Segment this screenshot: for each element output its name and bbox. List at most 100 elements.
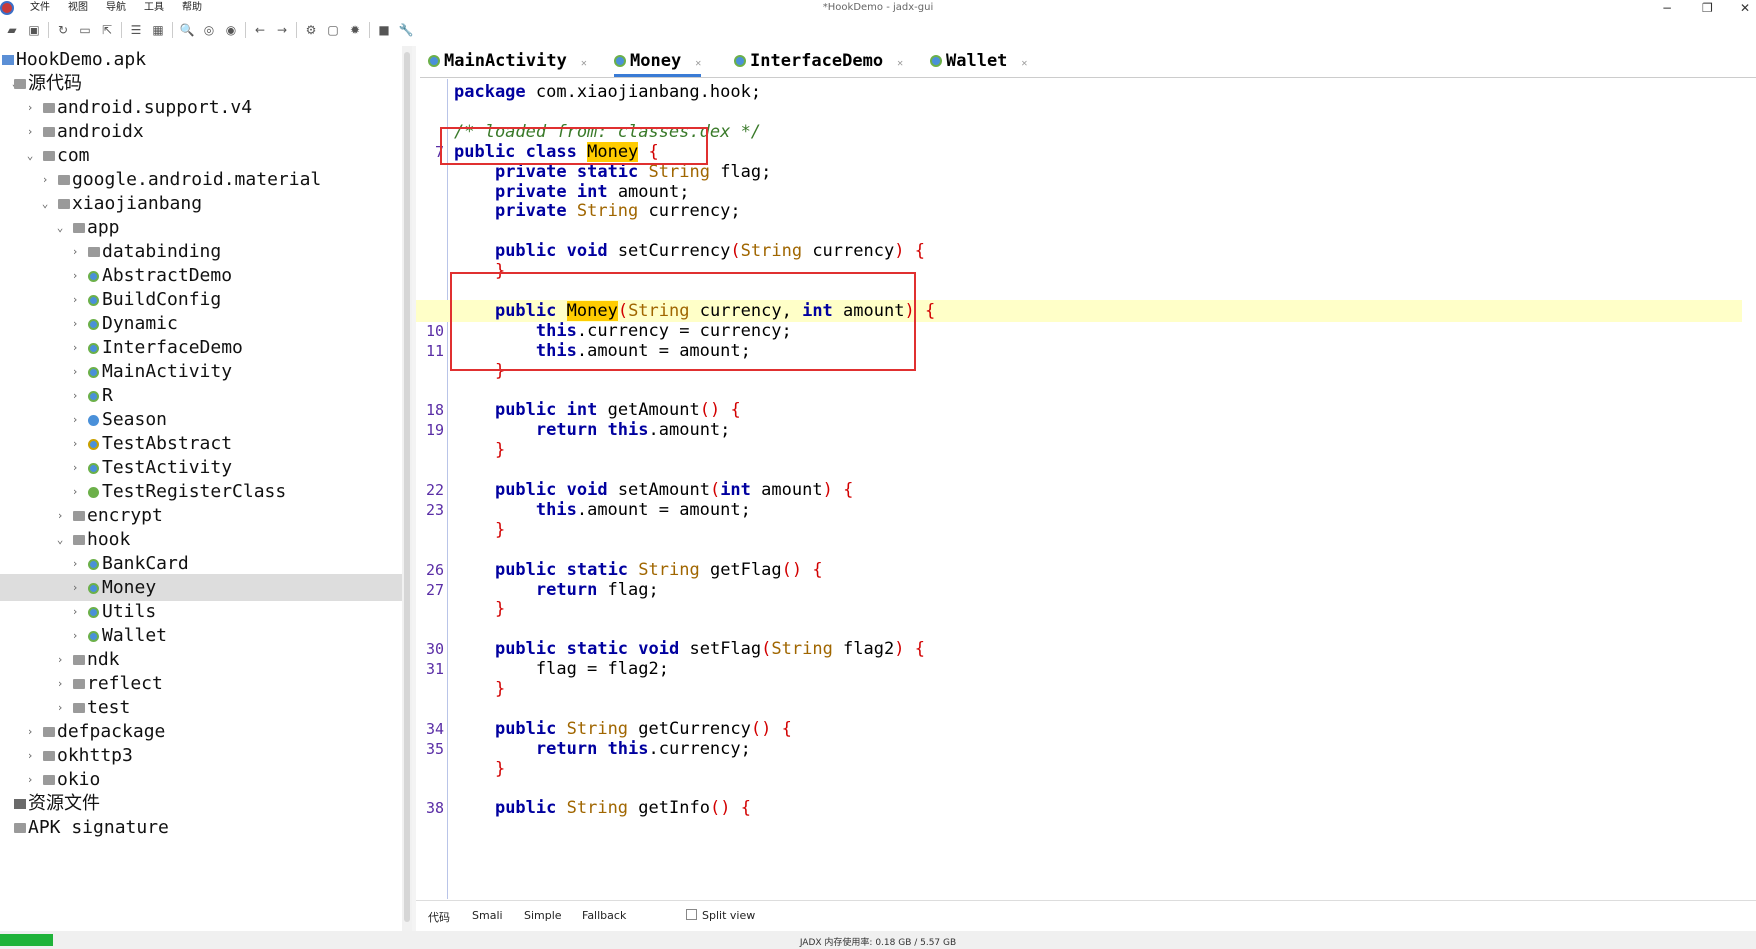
chevron-right-icon[interactable]: › — [70, 406, 80, 433]
code-line[interactable]: public String getInfo() { — [454, 797, 1754, 819]
tree-item-interfacedemo[interactable]: › InterfaceDemo — [0, 334, 402, 361]
chevron-right-icon[interactable]: › — [70, 574, 80, 601]
tree-item-testactivity[interactable]: › TestActivity — [0, 454, 402, 481]
search-icon[interactable]: 🔍 — [179, 22, 195, 38]
code-line[interactable]: package com.xiaojianbang.hook; — [454, 81, 1754, 103]
close-icon[interactable]: ✕ — [695, 58, 701, 69]
chevron-right-icon[interactable]: › — [70, 238, 80, 265]
chevron-right-icon[interactable]: › — [25, 718, 35, 745]
deobfuscation-icon[interactable]: ⚙ — [303, 22, 319, 38]
tree-item-mainactivity[interactable]: › MainActivity — [0, 358, 402, 385]
code-line[interactable]: } — [454, 678, 1754, 700]
save-icon[interactable]: ▭ — [77, 22, 93, 38]
tree-item-hookdemo-apk[interactable]: HookDemo.apk — [0, 46, 402, 73]
tree-item-r[interactable]: › R — [0, 382, 402, 409]
close-icon[interactable]: ✕ — [1021, 58, 1027, 69]
code-line[interactable]: } — [454, 519, 1754, 541]
tab-code[interactable]: 代码 — [428, 909, 450, 925]
chevron-down-icon[interactable]: ⌄ — [55, 526, 65, 553]
tab-fallback[interactable]: Fallback — [582, 909, 626, 922]
tree-item-abstractdemo[interactable]: › AbstractDemo — [0, 262, 402, 289]
chevron-right-icon[interactable]: › — [40, 166, 50, 193]
tree-item-hook[interactable]: ⌄ hook — [0, 526, 402, 553]
find-usage-icon[interactable]: ◉ — [223, 22, 239, 38]
minimize-button[interactable]: − — [1662, 0, 1672, 16]
chevron-right-icon[interactable]: › — [55, 670, 65, 697]
chevron-right-icon[interactable]: › — [25, 742, 35, 769]
tree-item-season[interactable]: › Season — [0, 406, 402, 433]
code-line[interactable]: private int amount; — [454, 181, 1754, 203]
tree-item-wallet[interactable]: › Wallet — [0, 622, 402, 649]
code-line[interactable]: public static void setFlag(String flag2)… — [454, 638, 1754, 660]
debug-icon[interactable]: ✹ — [347, 22, 363, 38]
tree-item-ndk[interactable]: › ndk — [0, 646, 402, 673]
close-button[interactable]: ✕ — [1740, 0, 1750, 16]
chevron-right-icon[interactable]: › — [70, 478, 80, 505]
code-line[interactable] — [454, 778, 1754, 800]
sync-icon[interactable]: ☰ — [128, 22, 144, 38]
tree-item-money[interactable]: › Money — [0, 574, 402, 601]
tree-item-test[interactable]: › test — [0, 694, 402, 721]
code-line[interactable] — [454, 380, 1754, 402]
tab-mainactivity[interactable]: MainActivity ✕ — [428, 47, 587, 77]
code-line[interactable] — [454, 618, 1754, 640]
project-tree[interactable]: HookDemo.apk⌄源代码›android.support.v4›andr… — [0, 46, 402, 931]
code-line[interactable]: } — [454, 758, 1754, 780]
code-line[interactable]: return flag; — [454, 579, 1754, 601]
code-line[interactable]: } — [454, 598, 1754, 620]
back-icon[interactable]: ← — [252, 22, 268, 38]
tree-item-okhttp3[interactable]: › okhttp3 — [0, 742, 402, 769]
chevron-right-icon[interactable]: › — [70, 454, 80, 481]
restore-button[interactable]: ❐ — [1702, 0, 1713, 16]
tree-item-databinding[interactable]: › databinding — [0, 238, 402, 265]
tree-scrollbar-thumb[interactable] — [404, 52, 410, 922]
chevron-right-icon[interactable]: › — [70, 430, 80, 457]
code-line[interactable]: private String currency; — [454, 200, 1754, 222]
tree-item-testregisterclass[interactable]: › TestRegisterClass — [0, 478, 402, 505]
code-line[interactable]: return this.amount; — [454, 419, 1754, 441]
chevron-right-icon[interactable]: › — [70, 622, 80, 649]
code-line[interactable] — [454, 101, 1754, 123]
flatten-icon[interactable]: ▦ — [150, 22, 166, 38]
code-line[interactable] — [454, 459, 1754, 481]
chevron-right-icon[interactable]: › — [70, 358, 80, 385]
chevron-right-icon[interactable]: › — [70, 262, 80, 289]
close-icon[interactable]: ✕ — [897, 58, 903, 69]
tree-item-defpackage[interactable]: › defpackage — [0, 718, 402, 745]
export-icon[interactable]: ⇱ — [99, 22, 115, 38]
code-line[interactable]: public int getAmount() { — [454, 399, 1754, 421]
chevron-right-icon[interactable]: › — [55, 694, 65, 721]
split-view-checkbox[interactable] — [686, 909, 697, 920]
chevron-down-icon[interactable]: ⌄ — [40, 190, 50, 217]
chevron-right-icon[interactable]: › — [70, 382, 80, 409]
tree-item-reflect[interactable]: › reflect — [0, 670, 402, 697]
chevron-right-icon[interactable]: › — [25, 94, 35, 121]
chevron-right-icon[interactable]: › — [70, 286, 80, 313]
code-editor[interactable]: 7810111819222326273031343538 package com… — [416, 79, 1756, 899]
editor-scrollbar[interactable] — [1742, 79, 1756, 899]
code-line[interactable]: return this.currency; — [454, 738, 1754, 760]
chevron-right-icon[interactable]: › — [70, 598, 80, 625]
tree-item-xiaojianbang[interactable]: ⌄ xiaojianbang — [0, 190, 402, 217]
tree-item-google-android-material[interactable]: › google.android.material — [0, 166, 402, 193]
tree-item--[interactable]: ›资源文件 — [0, 790, 402, 817]
chevron-right-icon[interactable]: › — [25, 118, 35, 145]
tab-wallet[interactable]: Wallet ✕ — [930, 47, 1027, 77]
code-line[interactable]: flag = flag2; — [454, 658, 1754, 680]
settings-icon[interactable]: 🔧 — [398, 22, 414, 38]
code-line[interactable] — [454, 698, 1754, 720]
tree-item--[interactable]: ⌄源代码 — [0, 70, 402, 97]
code-line[interactable] — [454, 539, 1754, 561]
code-line[interactable]: public static String getFlag() { — [454, 559, 1754, 581]
tab-simple[interactable]: Simple — [524, 909, 562, 922]
code-line[interactable]: } — [454, 439, 1754, 461]
chevron-down-icon[interactable]: ⌄ — [55, 214, 65, 241]
chevron-right-icon[interactable]: › — [70, 310, 80, 337]
chevron-right-icon[interactable]: › — [55, 502, 65, 529]
tree-item-encrypt[interactable]: › encrypt — [0, 502, 402, 529]
tree-item-utils[interactable]: › Utils — [0, 598, 402, 625]
tree-item-bankcard[interactable]: › BankCard — [0, 550, 402, 577]
tree-item-android-support-v4[interactable]: › android.support.v4 — [0, 94, 402, 121]
chevron-right-icon[interactable]: › — [70, 334, 80, 361]
tree-item-okio[interactable]: › okio — [0, 766, 402, 793]
